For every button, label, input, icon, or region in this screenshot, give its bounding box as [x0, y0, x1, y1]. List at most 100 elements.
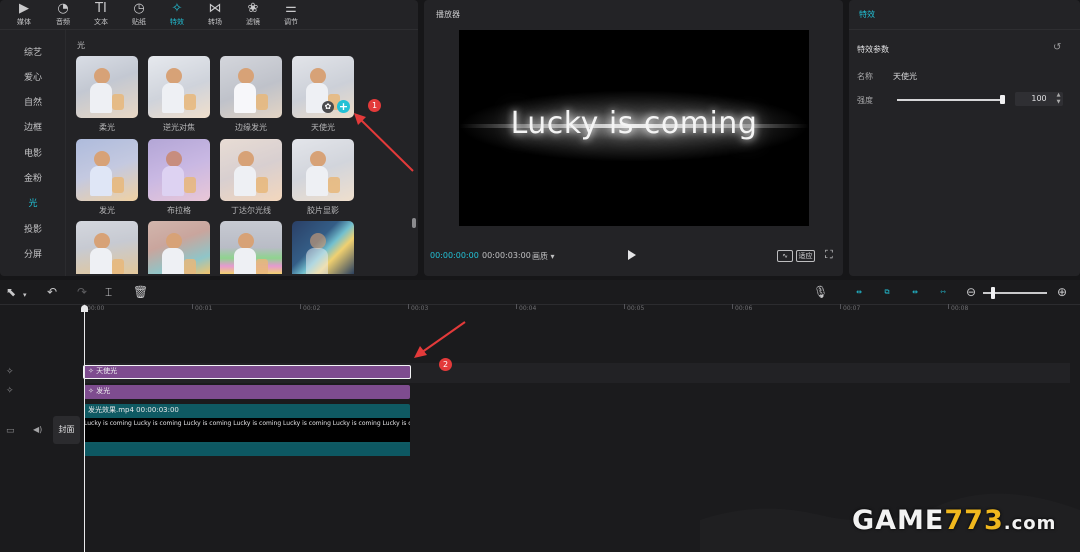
effect-label: 丁达尔光线: [231, 206, 271, 215]
tab-label: 调节: [284, 18, 298, 26]
sticker-icon: ◷: [133, 1, 145, 16]
effect-thumb-soft-light[interactable]: [76, 56, 138, 118]
link-clips-icon[interactable]: ⧉: [879, 287, 895, 297]
category-item[interactable]: 电影: [0, 145, 66, 163]
effect-thumb-glow[interactable]: [76, 139, 138, 201]
magnet-icon[interactable]: ⇿: [935, 287, 951, 297]
effect-thumb-prague[interactable]: [148, 139, 210, 201]
category-item[interactable]: 投影: [0, 221, 66, 239]
effect-label: 布拉格: [167, 206, 191, 215]
audio-waveform: [84, 444, 410, 456]
original-ratio-button[interactable]: ∿: [777, 250, 793, 262]
category-item[interactable]: 自然: [0, 94, 66, 112]
mute-icon[interactable]: ◀): [33, 425, 42, 434]
tab-media[interactable]: ▶ 媒体: [6, 0, 42, 30]
tab-label: 音频: [56, 18, 70, 26]
category-item[interactable]: 金粉: [0, 170, 66, 188]
annotation-arrow-2: [414, 321, 466, 358]
effect-track-icon: ✧: [6, 386, 14, 396]
effect-thumb-film-develop[interactable]: [292, 139, 354, 201]
snap-main-track-icon[interactable]: ⇹: [851, 287, 867, 297]
tab-label: 滤镜: [246, 18, 260, 26]
top-tab-bar: ▶ 媒体 ◔ 音频 TI 文本 ◷ 贴纸 ✧ 特效 ⋈ 转场 ❀ 滤镜 ⚌ 调节: [0, 0, 418, 30]
playhead[interactable]: [84, 305, 85, 552]
quality-dropdown[interactable]: 画质 ▾: [532, 251, 555, 262]
transition-icon: ⋈: [208, 1, 222, 16]
ruler-label: 00:05: [627, 305, 645, 312]
timeline-toolbar: ⬉ ▾ ↶ ↷ ⌶ 🗑 🎙 ⇹ ⧉ ⇹ ⇿ ⊖ ⊕: [0, 280, 1080, 305]
quality-label: 画质: [532, 252, 548, 261]
category-item[interactable]: 爱心: [0, 69, 66, 87]
tab-transition[interactable]: ⋈ 转场: [197, 0, 233, 30]
params-section-title: 特效参数: [857, 45, 889, 54]
add-icon[interactable]: +: [337, 100, 350, 113]
redo-icon[interactable]: ↷: [77, 285, 87, 299]
zoom-out-icon[interactable]: ⊖: [966, 285, 976, 299]
fit-button[interactable]: 适应: [796, 250, 815, 262]
cover-button[interactable]: 封面: [53, 416, 80, 444]
effect-clip[interactable]: ✧ 发光: [84, 385, 410, 399]
tab-adjust[interactable]: ⚌ 调节: [273, 0, 309, 30]
effect-clip-selected[interactable]: ✧ 天使光: [83, 365, 411, 379]
tab-audio[interactable]: ◔ 音频: [45, 0, 81, 30]
strength-slider[interactable]: [897, 99, 1003, 101]
effects-panel: ▶ 媒体 ◔ 音频 TI 文本 ◷ 贴纸 ✧ 特效 ⋈ 转场 ❀ 滤镜 ⚌ 调节: [0, 0, 418, 276]
video-preview[interactable]: Lucky is coming: [459, 30, 809, 226]
effects-icon: ✧: [171, 1, 183, 16]
annotation-arrow-1: [354, 113, 414, 172]
effect-thumb[interactable]: [76, 221, 138, 274]
video-clip-title: 发光效果.mp4 00:00:03:00: [88, 406, 179, 414]
strength-slider-handle[interactable]: [1000, 95, 1005, 104]
category-item[interactable]: 边框: [0, 119, 66, 137]
ruler-label: 00:07: [843, 305, 861, 312]
effect-thumb-angel-light[interactable]: ✿ +: [292, 56, 354, 118]
effect-thumb-tyndall[interactable]: [220, 139, 282, 201]
strength-stepper[interactable]: ▲ ▼: [1054, 92, 1063, 106]
microphone-icon[interactable]: 🎙: [813, 285, 828, 299]
ruler-label: 00:00: [87, 305, 105, 312]
strength-value: 100: [1031, 94, 1047, 103]
undo-icon[interactable]: ↶: [47, 285, 57, 299]
play-icon[interactable]: [628, 250, 636, 260]
scrollbar-thumb[interactable]: [412, 218, 416, 228]
time-ruler[interactable]: 00:00 00:01 00:02 00:03 00:04 00:05 00:0…: [84, 304, 1080, 316]
download-icon[interactable]: ✿: [322, 101, 334, 113]
reset-icon[interactable]: ↺: [1053, 42, 1061, 53]
effect-label: 发光: [99, 206, 115, 215]
effect-thumb-backlight[interactable]: [148, 56, 210, 118]
tab-effects[interactable]: ✧ 特效: [159, 0, 195, 30]
player-panel: 播放器 Lucky is coming 00:00:00:00 00:00:03…: [424, 0, 843, 276]
video-clip[interactable]: 发光效果.mp4 00:00:03:00 Lucky is coming Luc…: [84, 404, 410, 456]
chevron-down-icon[interactable]: ▾: [23, 288, 27, 302]
select-tool-icon[interactable]: ⬉: [6, 285, 16, 299]
properties-tab[interactable]: 特效: [859, 9, 875, 20]
tab-label: 特效: [170, 18, 184, 26]
effect-thumb[interactable]: [220, 221, 282, 274]
tab-text[interactable]: TI 文本: [83, 0, 119, 30]
preview-axis-icon[interactable]: ⇹: [907, 287, 923, 297]
category-item[interactable]: 分屏: [0, 246, 66, 264]
split-icon[interactable]: ⌶: [105, 285, 112, 299]
category-item-active[interactable]: 光: [0, 195, 66, 213]
player-title: 播放器: [436, 10, 460, 19]
effect-thumb[interactable]: [148, 221, 210, 274]
effect-label: 逆光对焦: [163, 123, 195, 132]
strength-label: 强度: [857, 96, 873, 105]
effect-label: 胶片显影: [307, 206, 339, 215]
annotation-marker-1: 1: [368, 99, 381, 112]
watermark-part: 773: [944, 505, 1004, 536]
ruler-label: 00:06: [735, 305, 753, 312]
category-item[interactable]: 综艺: [0, 44, 66, 62]
delete-icon[interactable]: 🗑: [133, 285, 148, 299]
effect-track-icon: ✧: [6, 367, 14, 377]
tab-filter[interactable]: ❀ 滤镜: [235, 0, 271, 30]
effect-label: 柔光: [99, 123, 115, 132]
zoom-in-icon[interactable]: ⊕: [1057, 285, 1067, 299]
filter-icon: ❀: [247, 1, 259, 16]
text-icon: TI: [95, 1, 107, 16]
zoom-slider-handle[interactable]: [991, 287, 995, 299]
fullscreen-icon[interactable]: ⛶: [825, 248, 833, 262]
tab-sticker[interactable]: ◷ 贴纸: [121, 0, 157, 30]
effect-thumb[interactable]: [292, 221, 354, 274]
effect-thumb-edge-glow[interactable]: [220, 56, 282, 118]
